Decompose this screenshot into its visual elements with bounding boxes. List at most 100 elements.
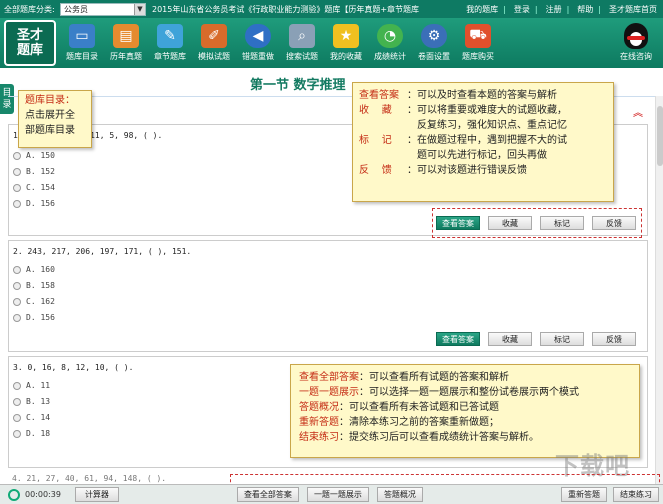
radio-button[interactable] [13, 151, 21, 160]
divider: | [534, 4, 538, 14]
help-text: ：在做题过程中，遇到把握不大的试 [407, 135, 567, 146]
tooltip-text: 部题库目录 [25, 125, 75, 136]
top-strip: 全部题库分类: 公务员 ▼ 2015年山东省公务员考试《行政职业能力测验》题库【… [0, 0, 663, 18]
question-actions: 查看答案 收藏 标记 反馈 [428, 332, 636, 346]
app-logo: 圣才 题库 [4, 20, 56, 66]
option-d[interactable]: D. 18 [13, 429, 50, 438]
question-actions: 查看答案 收藏 标记 反馈 [428, 216, 636, 230]
toolbar-item-search[interactable]: ⌕ 搜索试题 [280, 18, 324, 62]
mark-button[interactable]: 标记 [540, 216, 584, 230]
toolbar-item-favorites[interactable]: ★ 我的收藏 [324, 18, 368, 62]
divider: | [503, 4, 506, 14]
option-label: B. 158 [26, 281, 55, 290]
link-help[interactable]: 帮助 [577, 4, 593, 15]
option-d[interactable]: D. 156 [13, 199, 55, 208]
help-key: 结束练习 [299, 432, 339, 443]
help-text: ：可以将重要或难度大的试题收藏， [407, 105, 567, 116]
help-text: ：清除本练习之前的答案重新做题； [339, 417, 499, 428]
answer-buttons-tooltip: 查看答案 ：可以及时查看本题的答案与解析 收 藏：可以将重要或难度大的试题收藏， … [352, 82, 614, 202]
toolbar-label: 卷面设置 [418, 52, 450, 61]
radio-button[interactable] [13, 297, 21, 306]
bottom-bar: 00:00:39 计算器 查看全部答案 一题一题展示 答题概况 重新答题 结束练… [0, 484, 663, 504]
radio-button[interactable] [13, 199, 21, 208]
link-home[interactable]: 圣才题库首页 [609, 4, 657, 15]
catalog-side-tab[interactable]: 目 录 [0, 84, 14, 114]
finish-practice-button[interactable]: 结束练习 [613, 487, 659, 502]
option-d[interactable]: D. 156 [13, 313, 55, 322]
view-answer-button[interactable]: 查看答案 [436, 332, 480, 346]
link-register[interactable]: 注册 [546, 4, 562, 15]
option-a[interactable]: A. 11 [13, 381, 50, 390]
option-c[interactable]: C. 154 [13, 183, 55, 192]
category-select-value: 公务员 [64, 4, 88, 14]
section-title: 第一节 数字推理 [250, 78, 346, 93]
main-toolbar: 圣才 题库 ▭ 题库目录 ▤ 历年真题 ✎ 章节题库 ✐ 模拟试题 ◀ 错题重做 ⌕ 搜索试… [0, 18, 663, 68]
question-text: 4. 21, 27, 40, 61, 94, 148, ( ). [12, 474, 167, 483]
option-a[interactable]: A. 150 [13, 151, 55, 160]
favorite-button[interactable]: 收藏 [488, 332, 532, 346]
radio-button[interactable] [13, 381, 21, 390]
feedback-button[interactable]: 反馈 [592, 332, 636, 346]
exam-title: 2015年山东省公务员考试《行政职业能力测验》题库【历年真题+章节题库 [152, 4, 420, 14]
view-answer-button[interactable]: 查看答案 [436, 216, 480, 230]
link-my-bank[interactable]: 我的题库 [466, 4, 498, 15]
radio-button[interactable] [13, 397, 21, 406]
option-b[interactable]: B. 13 [13, 397, 50, 406]
radio-button[interactable] [13, 413, 21, 422]
cart-icon: ⛟ [465, 24, 491, 48]
toolbar-item-settings[interactable]: ⚙ 卷面设置 [412, 18, 456, 62]
consult-label: 在线咨询 [620, 52, 652, 61]
book-icon: ▤ [113, 24, 139, 48]
catalog-tooltip: 题库目录： 点击展开全 部题库目录 [18, 90, 92, 148]
option-b[interactable]: B. 152 [13, 167, 55, 176]
radio-button[interactable] [13, 281, 21, 290]
side-tab-line2: 录 [2, 100, 12, 110]
online-consult[interactable]: 在线咨询 [613, 18, 659, 62]
category-select[interactable]: 公务员 ▼ [60, 2, 146, 16]
help-text: ：可以及时查看本题的答案与解析 [407, 90, 557, 101]
collapse-up-icon[interactable]: ︽ [633, 104, 643, 119]
radio-button[interactable] [13, 183, 21, 192]
mark-button[interactable]: 标记 [540, 332, 584, 346]
radio-button[interactable] [13, 265, 21, 274]
help-key: 答题概况 [299, 402, 339, 413]
option-label: A. 160 [26, 265, 55, 274]
redo-answers-button[interactable]: 重新答题 [561, 487, 607, 502]
option-c[interactable]: C. 162 [13, 297, 55, 306]
option-b[interactable]: B. 158 [13, 281, 55, 290]
scrollbar[interactable] [655, 96, 663, 484]
monitor-icon: ▭ [69, 24, 95, 48]
toolbar-item-catalog[interactable]: ▭ 题库目录 [60, 18, 104, 62]
option-label: B. 152 [26, 167, 55, 176]
view-all-answers-button[interactable]: 查看全部答案 [236, 487, 299, 502]
option-c[interactable]: C. 14 [13, 413, 50, 422]
toolbar-item-past-exams[interactable]: ▤ 历年真题 [104, 18, 148, 62]
clock-icon [8, 488, 20, 501]
scrollbar-thumb[interactable] [657, 106, 663, 166]
tooltip-text: 点击展开全 [25, 110, 75, 121]
help-key: 反 馈 [359, 165, 392, 176]
help-text: 反复练习，强化知识点、重点记忆 [417, 120, 567, 131]
one-by-one-button[interactable]: 一题一题展示 [306, 487, 369, 502]
option-label: B. 13 [26, 397, 51, 406]
toolbar-item-buy[interactable]: ⛟ 题库购买 [456, 18, 500, 62]
search-icon: ⌕ [289, 24, 315, 48]
logo-line2: 题库 [16, 43, 43, 58]
radio-button[interactable] [13, 167, 21, 176]
answer-overview-button[interactable]: 答题概况 [376, 487, 423, 502]
toolbar-label: 模拟试题 [198, 52, 230, 61]
option-a[interactable]: A. 160 [13, 265, 55, 274]
help-text: ：可以选择一题一题展示和整份试卷展示两个模式 [359, 387, 579, 398]
favorite-button[interactable]: 收藏 [488, 216, 532, 230]
toolbar-item-redo-wrong[interactable]: ◀ 错题重做 [236, 18, 280, 62]
feedback-button[interactable]: 反馈 [592, 216, 636, 230]
radio-button[interactable] [13, 313, 21, 322]
toolbar-item-stats[interactable]: ◔ 成绩统计 [368, 18, 412, 62]
toolbar-item-mock[interactable]: ✐ 模拟试题 [192, 18, 236, 62]
calculator-button[interactable]: 计算器 [74, 487, 119, 502]
radio-button[interactable] [13, 429, 21, 438]
chevron-down-icon[interactable]: ▼ [134, 3, 145, 15]
toolbar-item-chapters[interactable]: ✎ 章节题库 [148, 18, 192, 62]
option-label: D. 156 [26, 199, 55, 208]
link-login[interactable]: 登录 [514, 4, 530, 15]
